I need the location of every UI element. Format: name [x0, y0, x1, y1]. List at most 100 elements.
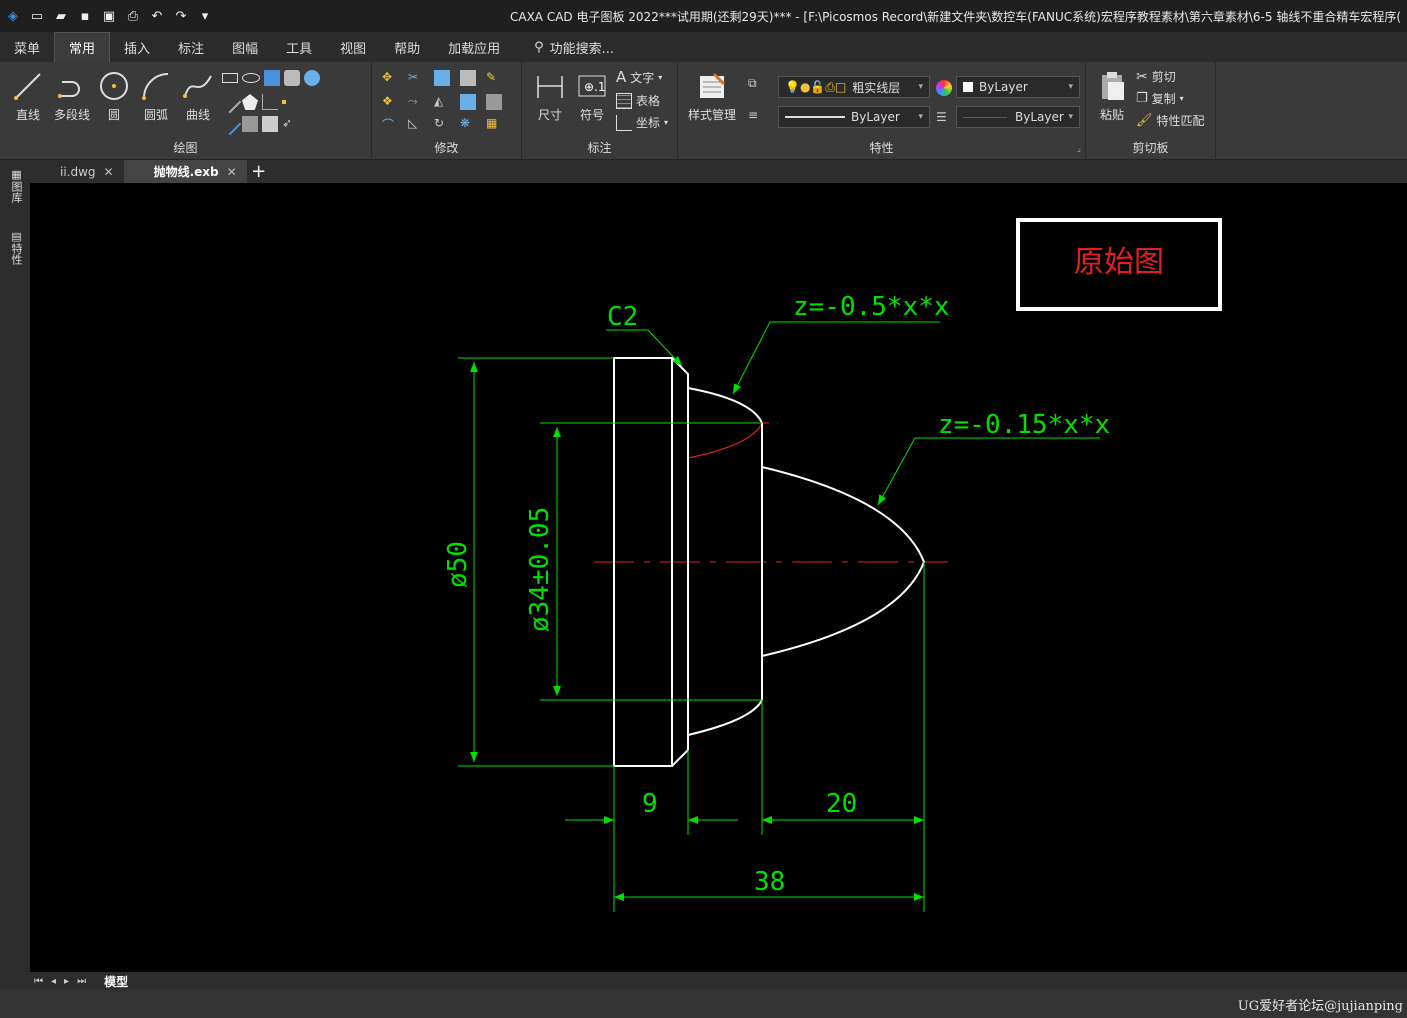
- new-tab-icon[interactable]: +: [247, 160, 271, 183]
- offset-icon[interactable]: [262, 94, 278, 110]
- left-side-panel: ▦图库 ▤特性: [0, 160, 30, 972]
- next-layout-icon[interactable]: ▸: [64, 976, 69, 987]
- tab-insert[interactable]: 插入: [110, 32, 164, 62]
- lineweight-dropdown[interactable]: ByLayer ▾: [956, 106, 1080, 128]
- text-button[interactable]: A 文字 ▾: [616, 68, 662, 86]
- extend-icon[interactable]: ⤳: [408, 94, 424, 110]
- ribbon-tab-bar: 菜单 常用 插入 标注 图幅 工具 视图 帮助 加载应用 ⚲ 功能搜索...: [0, 32, 1407, 62]
- xline-icon[interactable]: [218, 112, 242, 136]
- layer-dropdown[interactable]: 💡●🔓⎙□ 粗实线层 ▾: [778, 76, 930, 98]
- tab-annotate[interactable]: 标注: [164, 32, 218, 62]
- move-icon[interactable]: ✥: [382, 70, 398, 86]
- curve-button[interactable]: 曲线: [176, 68, 220, 123]
- polygon-icon[interactable]: [242, 94, 258, 110]
- customize-qat-icon[interactable]: ▾: [196, 7, 214, 25]
- last-layout-icon[interactable]: ⏭: [77, 976, 86, 987]
- polyline-button[interactable]: 多段线: [50, 68, 94, 123]
- chamfer-icon[interactable]: ◺: [408, 116, 424, 132]
- hatch-icon[interactable]: [264, 70, 280, 86]
- function-search[interactable]: ⚲ 功能搜索...: [514, 32, 614, 62]
- layer-state-icon[interactable]: ⧉: [748, 76, 764, 92]
- arc-icon: [142, 73, 169, 100]
- open-file-icon[interactable]: ▰: [52, 7, 70, 25]
- explode-icon[interactable]: [460, 70, 476, 86]
- tab-sheet[interactable]: 图幅: [218, 32, 272, 62]
- group-properties-label: 特性: [869, 141, 894, 155]
- rotate-icon[interactable]: ↻: [434, 116, 450, 132]
- doc-tab-ii[interactable]: ii.dwg ✕: [30, 160, 124, 183]
- table-button[interactable]: 表格: [616, 92, 660, 109]
- array-icon[interactable]: [434, 70, 450, 86]
- equation-2: z=-0.15*x*x: [938, 410, 1110, 440]
- fill-icon[interactable]: [304, 70, 320, 86]
- style-manager-button[interactable]: 样式管理: [684, 68, 740, 123]
- doc-tab-parabola[interactable]: 抛物线.exb ✕: [123, 160, 247, 183]
- circle-button[interactable]: 圆: [92, 68, 136, 123]
- fillet-icon[interactable]: ⌒: [382, 116, 398, 132]
- color-wheel-icon[interactable]: [936, 80, 952, 96]
- redo-icon[interactable]: ↷: [172, 7, 190, 25]
- paste-icon: [1102, 72, 1124, 100]
- linetype-dropdown[interactable]: ByLayer ▾: [778, 106, 930, 128]
- close-icon[interactable]: ✕: [104, 165, 114, 179]
- tab-menu[interactable]: 菜单: [0, 32, 54, 62]
- tab-common[interactable]: 常用: [54, 32, 111, 62]
- copy-button[interactable]: ❐ 复制 ▾: [1136, 90, 1184, 107]
- pointer-icon[interactable]: ➶: [282, 116, 298, 132]
- group-draw: 直线 多段线 圆 圆弧 曲线 ➶ 绘图: [0, 62, 372, 160]
- symbol-button[interactable]: ⊕.1 符号: [570, 68, 614, 123]
- line-button[interactable]: 直线: [6, 68, 50, 123]
- match-properties-button[interactable]: 🖌 特性匹配: [1136, 112, 1205, 129]
- new-file-icon[interactable]: ▭: [28, 7, 46, 25]
- tab-view[interactable]: 视图: [326, 32, 380, 62]
- chevron-down-icon: ▾: [918, 82, 923, 92]
- region-icon[interactable]: [242, 116, 258, 132]
- tab-help[interactable]: 帮助: [380, 32, 434, 62]
- color-dropdown[interactable]: ByLayer ▾: [956, 76, 1080, 98]
- tab-model[interactable]: 模型: [104, 973, 128, 990]
- print-icon[interactable]: ⎙: [124, 7, 142, 25]
- drawing-svg[interactable]: 原始图 C2 z=-0.5*x*x z=-0.15*x*x ø50 ø34±0.…: [30, 183, 1407, 972]
- linetype-list-icon[interactable]: ≡: [748, 108, 764, 124]
- stretch-icon[interactable]: [486, 94, 502, 110]
- paste-button[interactable]: 粘贴: [1090, 68, 1134, 123]
- cut-button[interactable]: ✂ 剪切: [1136, 68, 1176, 85]
- group-modify-label: 修改: [434, 141, 459, 155]
- tab-addins[interactable]: 加载应用: [434, 32, 514, 62]
- image-icon[interactable]: [262, 116, 278, 132]
- close-icon[interactable]: ✕: [227, 165, 237, 179]
- properties-panel-tab[interactable]: ▤特性: [8, 230, 24, 265]
- point-icon[interactable]: [282, 100, 286, 104]
- dimension-button[interactable]: 尺寸: [528, 68, 572, 123]
- tab-tools[interactable]: 工具: [272, 32, 326, 62]
- lineweight-icon[interactable]: ☰: [936, 110, 952, 126]
- document-tab-bar: ii.dwg ✕ 抛物线.exb ✕ +: [30, 160, 1407, 183]
- eraser-icon[interactable]: ✎: [486, 70, 502, 86]
- undo-icon[interactable]: ↶: [148, 7, 166, 25]
- library-panel-tab[interactable]: ▦图库: [8, 168, 24, 203]
- centerline-icon[interactable]: [218, 90, 242, 114]
- app-logo-icon[interactable]: ◈: [4, 7, 22, 25]
- layout-tab-bar: ⏮ ◂ ▸ ⏭ 模型: [30, 972, 1407, 990]
- break-icon[interactable]: ❋: [460, 116, 476, 132]
- lightbulb-icon: ⚲: [534, 39, 544, 55]
- save-as-icon[interactable]: ▣: [100, 7, 118, 25]
- first-layout-icon[interactable]: ⏮: [34, 976, 43, 987]
- equation-1: z=-0.5*x*x: [793, 292, 950, 322]
- ellipse-icon[interactable]: [242, 73, 260, 83]
- block-icon[interactable]: [284, 70, 300, 86]
- rectangle-icon[interactable]: [222, 73, 238, 83]
- dimension-texts: C2 z=-0.5*x*x z=-0.15*x*x ø50 ø34±0.05 9…: [443, 292, 1110, 897]
- drawing-canvas[interactable]: 原始图 C2 z=-0.5*x*x z=-0.15*x*x ø50 ø34±0.…: [30, 183, 1407, 972]
- bottom-left-corner: [0, 972, 30, 990]
- save-icon[interactable]: ▪: [76, 7, 94, 25]
- mirror-icon[interactable]: ◭: [434, 94, 450, 110]
- edit-icon[interactable]: ▦: [486, 116, 502, 132]
- dim-20-label: 20: [826, 789, 857, 819]
- trim-icon[interactable]: ✂: [408, 70, 424, 86]
- arc-button[interactable]: 圆弧: [134, 68, 178, 123]
- scale-icon[interactable]: [460, 94, 476, 110]
- prev-layout-icon[interactable]: ◂: [51, 976, 56, 987]
- copy-obj-icon[interactable]: ❖: [382, 94, 398, 110]
- coordinate-button[interactable]: 坐标 ▾: [616, 114, 668, 131]
